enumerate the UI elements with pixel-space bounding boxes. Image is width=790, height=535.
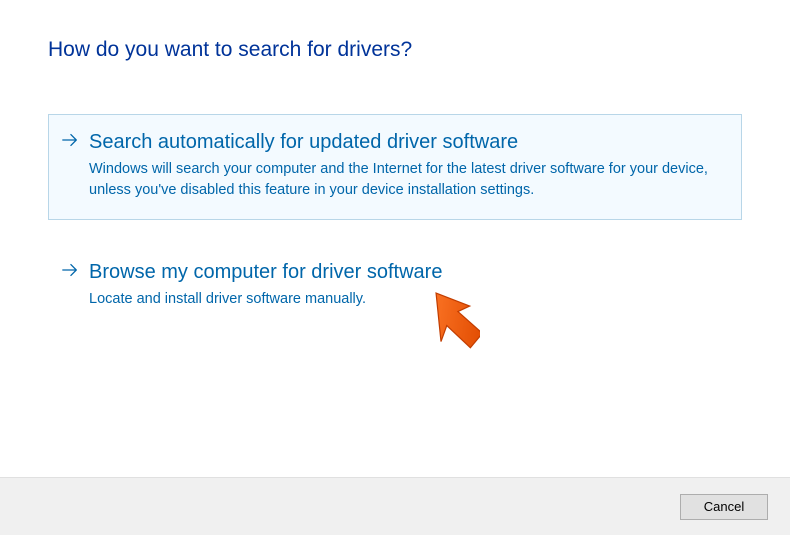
option-description: Locate and install driver software manua… xyxy=(89,289,725,310)
option-description: Windows will search your computer and th… xyxy=(89,159,725,201)
dialog-footer: Cancel xyxy=(0,477,790,535)
cancel-button[interactable]: Cancel xyxy=(680,494,768,520)
arrow-right-icon xyxy=(61,261,79,279)
arrow-right-icon xyxy=(61,131,79,149)
option-title: Browse my computer for driver software xyxy=(89,259,725,285)
option-browse-computer[interactable]: Browse my computer for driver software L… xyxy=(48,244,742,329)
option-search-automatically[interactable]: Search automatically for updated driver … xyxy=(48,114,742,220)
page-title: How do you want to search for drivers? xyxy=(48,38,742,62)
option-title: Search automatically for updated driver … xyxy=(89,129,725,155)
